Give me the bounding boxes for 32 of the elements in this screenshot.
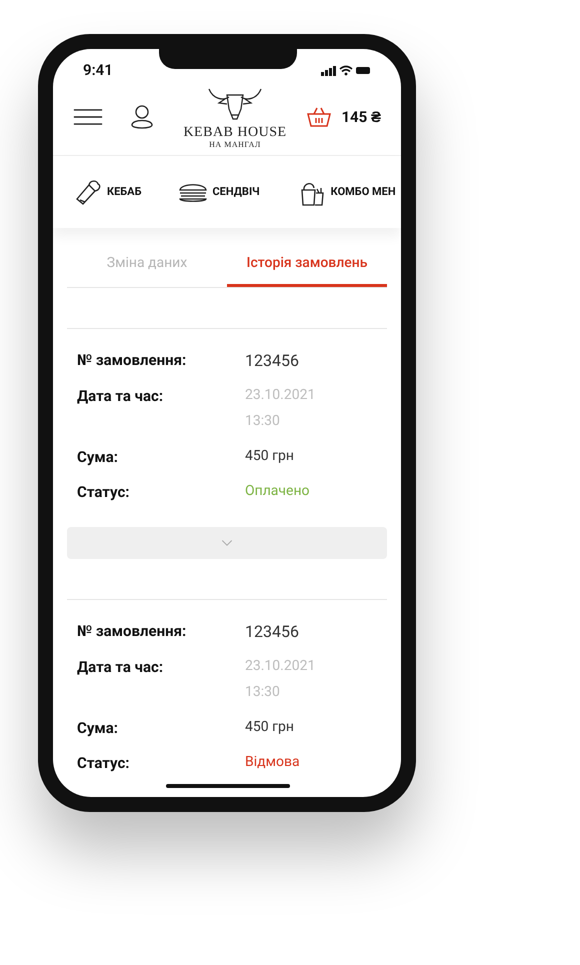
field-label: Сума: — [77, 447, 120, 468]
menu-button[interactable] — [73, 107, 103, 127]
field-label: Статус: — [77, 482, 130, 502]
basket-icon — [307, 106, 332, 128]
logo-subtitle: НА МАНГАЛ — [209, 140, 261, 150]
category-item[interactable]: КЕБАБ — [73, 177, 142, 207]
order-sum: 450 грн — [245, 447, 294, 466]
order-time: 13:30 — [245, 412, 281, 431]
field-label: Дата та час: — [77, 386, 164, 407]
order-number: 123456 — [245, 621, 299, 643]
category-item[interactable]: СЕНДВІЧ — [178, 177, 260, 207]
order-status: Оплачено — [245, 482, 310, 500]
status-time: 9:41 — [83, 60, 113, 82]
status-icons — [321, 65, 371, 76]
order-date: 23.10.2021 — [245, 386, 316, 405]
order-number: 123456 — [245, 350, 299, 372]
field-label: Дата та час: — [77, 657, 164, 678]
order-sum: 450 грн — [245, 718, 294, 737]
order-status: Відмова — [245, 752, 300, 772]
field-label: Статус: — [77, 752, 130, 774]
logo-title: KEBAB HOUSE — [183, 124, 287, 140]
order-date: 23.10.2021 — [245, 657, 316, 676]
field-label: Сума: — [77, 718, 120, 739]
user-icon — [131, 105, 153, 129]
category-item[interactable]: КОМБО МЕН — [296, 177, 396, 207]
field-label: № замовлення: — [77, 621, 188, 642]
profile-button[interactable] — [131, 105, 153, 129]
order-time: 13:30 — [245, 683, 281, 702]
tab[interactable]: Історія замовлень — [227, 242, 387, 287]
cart-button[interactable]: 145 ₴ — [307, 106, 381, 128]
field-label: № замовлення: — [77, 350, 188, 371]
menu-icon — [73, 109, 103, 125]
